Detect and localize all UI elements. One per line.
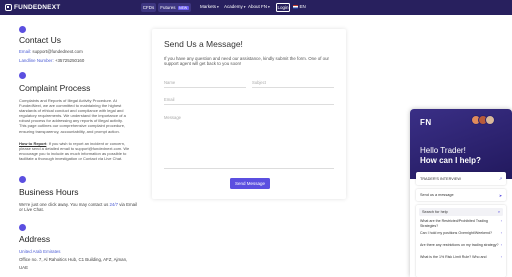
help-question-text: What are the Restricted/Prohibited Tradi… [420, 219, 488, 228]
agent-avatars [471, 115, 495, 125]
complaint-paragraph: Complaints and Reports of Illegal Activi… [19, 98, 126, 134]
help-articles-card: Search for help ⌕ What are the Restricte… [416, 205, 506, 277]
complaint-icon [19, 72, 26, 79]
address-heading: Address [19, 234, 51, 244]
location-icon [19, 224, 26, 231]
help-question-item[interactable]: What are the Restricted/Prohibited Tradi… [420, 219, 502, 228]
nav-academy-label: Academy [224, 4, 243, 9]
complaint-heading: Complaint Process [19, 83, 91, 93]
language-selector[interactable]: EN [293, 4, 306, 9]
phone-value[interactable]: +35725250160 [55, 58, 84, 63]
live-chat-widget: FN Hello Trader! How can I help? TRADER'… [410, 109, 512, 277]
chevron-right-icon: › [500, 255, 502, 259]
nav-about-label: About FN [248, 4, 268, 9]
chat-help-heading: How can I help? [420, 156, 481, 165]
nav-futures-button[interactable]: Futures NEW [158, 3, 191, 12]
hours-highlight: 24/7 [109, 202, 119, 207]
address-line-2: UAE [19, 265, 29, 270]
send-us-message-label: Send us a message [420, 193, 454, 197]
contact-form-card: Send Us a Message! If you have any quest… [152, 29, 346, 199]
hours-heading: Business Hours [19, 187, 79, 197]
new-badge: NEW [177, 5, 189, 10]
chat-logo: FN [420, 118, 432, 127]
help-question-item[interactable]: Can I hold my positions Overnight/Weeken… [420, 231, 502, 236]
traders-interview-card[interactable]: TRADER'S INTERVIEW ↗ [416, 172, 506, 185]
search-help-input[interactable]: Search for help ⌕ [419, 208, 503, 216]
futures-label: Futures [160, 5, 176, 10]
uk-flag-icon [293, 4, 298, 9]
login-label: Login [277, 5, 289, 10]
chat-header: FN Hello Trader! How can I help? [410, 109, 512, 179]
hours-text: We're just one click away. You may conta… [19, 202, 139, 213]
search-icon: ⌕ [497, 210, 500, 214]
send-us-message-card[interactable]: Send us a message ➤ [416, 189, 506, 201]
chevron-right-icon: › [500, 219, 502, 223]
login-button[interactable]: Login [276, 3, 290, 12]
hours-text-before: We're just one click away. You may conta… [19, 202, 110, 207]
nav-markets-label: Markets [200, 4, 217, 9]
email-input[interactable]: Email [164, 97, 334, 105]
chevron-right-icon: › [500, 243, 502, 247]
email-label: Email: [19, 49, 33, 54]
subject-input[interactable]: Subject [252, 80, 334, 88]
message-textarea[interactable]: Message [164, 115, 334, 169]
address-line-1: Office no. 7, Al Rahoitics Hub, C1 Build… [19, 257, 128, 262]
help-question-text: Are there any restrictions on my trading… [420, 243, 499, 247]
address-country: United Arab Emirates [19, 249, 61, 254]
help-question-text: What is the 1% Risk Limit Rule? Who and [420, 255, 487, 259]
chevron-right-icon: › [500, 231, 502, 235]
help-question-item[interactable]: What is the 1% Risk Limit Rule? Who and › [420, 255, 502, 260]
chevron-down-icon: ▾ [243, 4, 246, 9]
form-title: Send Us a Message! [164, 39, 243, 49]
chevron-down-icon: ▾ [268, 4, 270, 9]
chat-greeting: Hello Trader! [420, 146, 466, 155]
phone-label: Landline Number: [19, 58, 55, 63]
nav-academy[interactable]: Academy ▾ [224, 4, 246, 9]
logo-mark-icon [5, 4, 12, 11]
report-paragraph: How to Report: If you wish to report an … [19, 141, 131, 161]
fundednext-logo[interactable]: FUNDEDNEXT [5, 3, 60, 12]
avatar [485, 115, 495, 125]
clock-icon [19, 176, 26, 183]
interview-label: TRADER'S INTERVIEW [420, 176, 461, 181]
top-navigation-bar: FUNDEDNEXT CFDs Futures NEW Markets ▾ Aca… [0, 0, 512, 15]
search-help-label: Search for help [422, 210, 448, 214]
name-input[interactable]: Name [164, 80, 246, 88]
logo-text: FUNDEDNEXT [14, 4, 61, 11]
email-value[interactable]: support@fundednext.com [32, 49, 82, 54]
nav-about[interactable]: About FN ▾ [248, 4, 270, 9]
cfds-label: CFDs [142, 5, 155, 10]
language-label: EN [299, 4, 306, 9]
external-link-icon: ↗ [498, 177, 502, 181]
email-icon [19, 26, 26, 33]
form-description: If you have any question and need our as… [164, 56, 329, 67]
chevron-down-icon: ▾ [217, 4, 219, 9]
send-message-label: Send Message [234, 181, 266, 186]
contact-phone-line: Landline Number: +35725250160 [19, 58, 84, 63]
nav-cfds-button[interactable]: CFDs [141, 3, 156, 12]
help-question-text: Can I hold my positions Overnight/Weeken… [420, 231, 493, 235]
help-question-item[interactable]: Are there any restrictions on my trading… [420, 243, 502, 248]
send-icon: ➤ [498, 193, 502, 198]
send-message-button[interactable]: Send Message [230, 178, 270, 189]
nav-markets[interactable]: Markets ▾ [200, 4, 219, 9]
contact-heading: Contact Us [19, 35, 62, 45]
contact-email-line: Email: support@fundednext.com [19, 49, 83, 54]
